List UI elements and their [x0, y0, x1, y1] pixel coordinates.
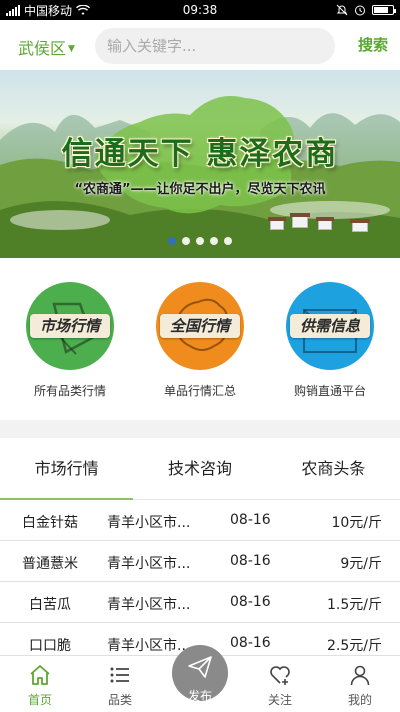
carousel-dot[interactable] [210, 237, 218, 245]
list-icon [110, 667, 129, 683]
tab-market[interactable]: 市场行情 [0, 438, 134, 500]
price-value: 1.5元/斤 [327, 597, 382, 613]
alarm-icon [355, 5, 365, 16]
nav-category[interactable]: 品类 [80, 656, 160, 712]
category-subtitle: 单品行情汇总 [163, 384, 236, 398]
category-circle: 供需信息 [286, 282, 374, 370]
category-label: 市场行情 [30, 314, 110, 338]
search-input[interactable] [107, 37, 335, 55]
category-circle: 市场行情 [26, 282, 114, 370]
search-box[interactable] [95, 28, 335, 64]
table-row[interactable]: 白苦瓜 青羊小区市... 08-16 1.5元/斤 [0, 582, 400, 623]
market-list: 白金针菇 青羊小区市... 08-16 10元/斤 普通薏米 青羊小区市... … [0, 500, 400, 655]
status-bar: 中国移动 09:38 [0, 0, 400, 20]
market-name: 青羊小区市... [107, 556, 191, 572]
price-value: 9元/斤 [340, 556, 382, 572]
category-national[interactable]: 全国行情 单品行情汇总 [135, 282, 265, 399]
nav-follow[interactable]: 关注 [240, 656, 320, 712]
table-row[interactable]: 普通薏米 青羊小区市... 08-16 9元/斤 [0, 541, 400, 582]
tab-headlines[interactable]: 农商头条 [267, 438, 400, 499]
paper-plane-icon [188, 656, 212, 678]
table-row[interactable]: 白金针菇 青羊小区市... 08-16 10元/斤 [0, 500, 400, 541]
house [270, 220, 284, 230]
carousel-dots [0, 237, 400, 245]
carousel-dot[interactable] [224, 237, 232, 245]
product-name: 白金针菇 [22, 515, 78, 531]
category-label: 全国行情 [160, 314, 240, 338]
nav-label: 首页 [27, 693, 52, 707]
product-name: 普通薏米 [22, 556, 78, 572]
carousel-dot[interactable] [168, 237, 176, 245]
price-value: 10元/斤 [331, 515, 382, 531]
category-label: 供需信息 [290, 314, 370, 338]
product-name: 白苦瓜 [29, 597, 71, 613]
price-date: 08-16 [230, 635, 271, 651]
banner-headline: 信通天下 惠泽农商 [61, 136, 339, 172]
market-name: 青羊小区市... [107, 597, 191, 613]
nav-label: 关注 [267, 693, 292, 707]
region-selector[interactable]: 武侯区 ▼ [18, 35, 75, 59]
category-section: 市场行情 所有品类行情 全国行情 单品行情汇总 供需信息 购销直通平台 [0, 258, 400, 420]
category-circle: 全国行情 [156, 282, 244, 370]
market-name: 青羊小区市... [107, 515, 191, 531]
category-supply-demand[interactable]: 供需信息 购销直通平台 [265, 282, 395, 399]
heart-plus-icon [270, 666, 290, 685]
category-market[interactable]: 市场行情 所有品类行情 [5, 282, 135, 399]
nav-label: 品类 [107, 693, 132, 707]
search-button[interactable]: 搜索 [358, 34, 388, 55]
price-value: 2.5元/斤 [327, 638, 382, 654]
price-date: 08-16 [230, 512, 271, 528]
nav-home[interactable]: 首页 [0, 656, 80, 712]
home-icon [30, 665, 50, 685]
section-divider [0, 420, 400, 438]
region-label: 武侯区 [18, 39, 67, 58]
category-subtitle: 所有品类行情 [33, 384, 106, 398]
publish-button[interactable]: 发布 [172, 645, 228, 703]
nav-label: 我的 [347, 693, 372, 707]
tab-tech-consult[interactable]: 技术咨询 [133, 438, 266, 499]
price-date: 08-16 [230, 594, 271, 610]
market-name: 青羊小区市... [107, 638, 191, 654]
user-icon [350, 665, 370, 686]
tab-bar: 市场行情 技术咨询 农商头条 [0, 438, 400, 500]
banner-tagline: “农商通”——让你足不出户，尽览天下农讯 [74, 182, 326, 197]
product-name: 口口脆 [29, 638, 71, 654]
mute-icon [336, 4, 348, 16]
nav-label: 发布 [187, 689, 212, 703]
banner-carousel[interactable]: 信通天下 惠泽农商 “农商通”——让你足不出户，尽览天下农讯 [0, 70, 400, 258]
top-bar: 武侯区 ▼ 搜索 [0, 20, 400, 70]
carousel-dot[interactable] [196, 237, 204, 245]
nav-mine[interactable]: 我的 [320, 656, 400, 712]
house [318, 220, 332, 230]
carousel-dot[interactable] [182, 237, 190, 245]
house [352, 222, 368, 232]
price-date: 08-16 [230, 553, 271, 569]
caret-down-icon: ▼ [68, 43, 75, 54]
battery-icon [372, 5, 396, 15]
category-subtitle: 购销直通平台 [293, 384, 366, 398]
house [292, 216, 308, 228]
